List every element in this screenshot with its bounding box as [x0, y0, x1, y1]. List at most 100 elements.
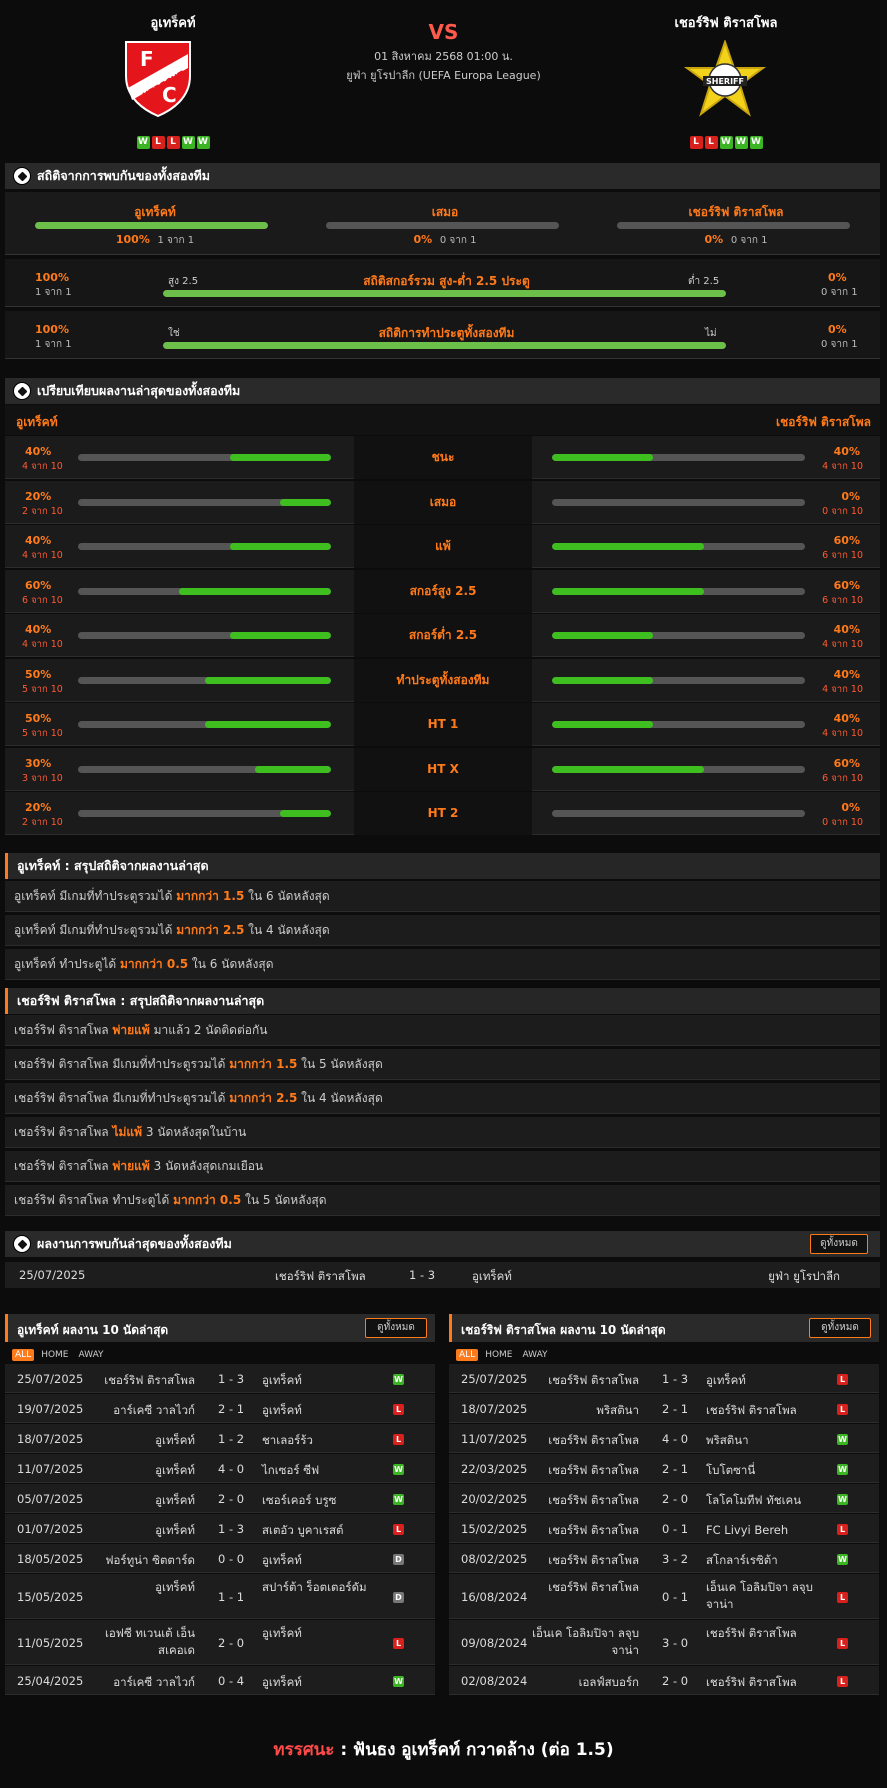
away-last-row[interactable]: 25/07/2025 เชอร์ริฟ ติราสโพล 1 - 3 อูเทร็คท…	[449, 1364, 879, 1393]
tab-away[interactable]: AWAY	[76, 1349, 107, 1361]
form-badge-w: W	[136, 136, 150, 149]
compare-away-pct: 40%	[833, 623, 860, 636]
match-home: เอลฟ์สบอร์ก	[578, 1674, 639, 1689]
summary-text: อูเทร็คท์ มีเกมที่ทำประตูรวมได้	[14, 889, 177, 903]
summary-text: อูเทร็คท์ ทำประตูได้	[14, 957, 121, 971]
football-icon	[13, 382, 31, 400]
away-last-row[interactable]: 08/02/2025 เชอร์ริฟ ติราสโพล 3 - 2 สโกลาร์เ…	[449, 1544, 879, 1573]
result-badge: L	[837, 1373, 848, 1385]
h2h-result-row[interactable]: 25/07/2025 เชอร์ริฟ ติราสโพล 1 - 3 อูเทร็คท…	[5, 1262, 880, 1288]
compare-home-name: อูเทร็คท์	[16, 415, 58, 429]
match-away: ชาเลอร์ร้ว	[262, 1432, 313, 1447]
match-date: 15/05/2025	[17, 1589, 84, 1604]
compare-home-fill	[204, 721, 331, 728]
compare-home-fill	[204, 676, 331, 684]
away-summary-row: เชอร์ริฟ ติราสโพล ทำประตูได้ มากกว่า 0.5…	[5, 1185, 880, 1216]
compare-row: 50% 5 จาก 10 HT 1 40% 4 จาก 10	[5, 703, 880, 746]
match-score: 2 - 1	[662, 1461, 689, 1476]
h2h-view-all-button[interactable]: ดูทั้งหมด	[810, 1234, 868, 1254]
away-last-row[interactable]: 15/02/2025 เชอร์ริฟ ติราสโพล 0 - 1 FC Livyi…	[449, 1514, 879, 1543]
result-badge: D	[393, 1553, 404, 1565]
match-header: อูเทร็คท์ F C UTRECHT WLLWW VS 01 สิงหาค…	[0, 0, 887, 150]
match-score: 2 - 0	[662, 1673, 689, 1688]
tab-all[interactable]: ALL	[12, 1349, 35, 1361]
compare-home-bar	[78, 498, 331, 506]
home-last-row[interactable]: 11/05/2025 เอฟซี ทเวนเต้ เอ็นสเคอเด 2 - 0 อ…	[5, 1620, 435, 1665]
match-home: เชอร์ริฟ ติราสโพล	[548, 1372, 639, 1387]
h2h-home-stat: 100% 1 จาก 1	[35, 232, 275, 248]
compare-away-pct: 40%	[833, 667, 860, 681]
summary-text: ใน 5 นัดหลังสุด	[241, 1193, 327, 1207]
h2h-home-of: 1 จาก 1	[157, 235, 195, 246]
home-last-row[interactable]: 25/04/2025 อาร์เคซี วาลไวก์ 0 - 4 อูเทร็คท์…	[5, 1666, 435, 1695]
home-last-row[interactable]: 05/07/2025 อูเทร็คท์ 2 - 0 เซอร์เคอร์ บรูซ W	[5, 1484, 435, 1513]
match-away: อูเทร็คท์	[262, 1674, 302, 1689]
match-away: อูเทร็คท์	[262, 1402, 302, 1417]
match-away: เชอร์ริฟ ติราสโพล	[706, 1674, 797, 1689]
compare-away-pct: 40%	[833, 445, 860, 458]
compare-away-bar	[552, 632, 805, 639]
verdict-separator: :	[334, 1740, 354, 1760]
summary-highlight: มากกว่า 1.5	[176, 889, 245, 903]
ou-right-of: 0 จาก 1	[821, 287, 858, 298]
compare-home-bar	[78, 721, 331, 728]
compare-away-bar	[552, 454, 805, 461]
match-home: ฟอร์ทูน่า ซิตตาร์ด	[105, 1552, 195, 1567]
away-last-row[interactable]: 20/02/2025 เชอร์ริฟ ติราสโพล 2 - 0 โลโคโมที…	[449, 1484, 879, 1513]
away-last-row[interactable]: 16/08/2024 เชอร์ริฟ ติราสโพล 0 - 1 เอ็นเค โ…	[449, 1574, 879, 1619]
compare-home-pct: 30%	[25, 756, 52, 770]
match-score: 2 - 1	[218, 1401, 245, 1416]
match-date: 18/07/2025	[461, 1401, 528, 1416]
home-last-row[interactable]: 19/07/2025 อาร์เคซี วาลไวก์ 2 - 1 อูเทร็คท์…	[5, 1394, 435, 1423]
home-last-row[interactable]: 01/07/2025 อูเทร็คท์ 1 - 3 สเตอัว บูคาเรสต์…	[5, 1514, 435, 1543]
home-last-row[interactable]: 25/07/2025 เชอร์ริฟ ติราสโพล 1 - 3 อูเทร็คท…	[5, 1364, 435, 1393]
match-date: 08/02/2025	[461, 1551, 528, 1566]
verdict-label: ทรรศนะ	[273, 1740, 335, 1760]
summary-text: ใน 5 นัดหลังสุด	[297, 1057, 383, 1071]
ou-bar	[163, 290, 726, 297]
match-away: สโกลาร์เรซิต้า	[706, 1552, 778, 1567]
compare-home-of: 6 จาก 10	[22, 594, 63, 606]
away-team-name[interactable]: เชอร์ริฟ ติราสโพล	[626, 12, 826, 33]
away-last-row[interactable]: 11/07/2025 เชอร์ริฟ ติราสโพล 4 - 0 พริสตินา…	[449, 1424, 879, 1453]
home-last10-view-all-button[interactable]: ดูทั้งหมด	[365, 1318, 427, 1338]
h2h-away-of: 0 จาก 1	[730, 235, 768, 246]
away-summary-row: เชอร์ริฟ ติราสโพล พ่ายแพ้ 3 นัดหลังสุดเก…	[5, 1151, 880, 1182]
compare-home-bar	[78, 810, 331, 817]
home-last-row[interactable]: 15/05/2025 อูเทร็คท์ 1 - 1 สปาร์ต้า ร็อตเตอ…	[5, 1574, 435, 1619]
form-badge-l: L	[166, 136, 180, 149]
compare-home-bar	[78, 454, 331, 461]
home-last-row[interactable]: 18/05/2025 ฟอร์ทูน่า ซิตตาร์ด 0 - 0 อูเทร็ค…	[5, 1544, 435, 1573]
away-last10-view-all-button[interactable]: ดูทั้งหมด	[809, 1318, 871, 1338]
summary-highlight: มากกว่า 0.5	[173, 1193, 242, 1207]
compare-away-bar	[552, 676, 805, 684]
match-score: 0 - 1	[662, 1589, 689, 1604]
away-team-logo[interactable]: SHERIFF	[683, 38, 767, 120]
tab-all[interactable]: ALL	[456, 1349, 479, 1361]
away-last-row[interactable]: 02/08/2024 เอลฟ์สบอร์ก 2 - 0 เชอร์ริฟ ติราส…	[449, 1666, 879, 1695]
tab-home[interactable]: HOME	[38, 1349, 71, 1361]
compare-row: 60% 6 จาก 10 สกอร์สูง 2.5 60% 6 จาก 10	[5, 569, 880, 613]
compare-home-of: 5 จาก 10	[22, 728, 63, 739]
away-last-row[interactable]: 18/07/2025 พริสตินา 2 - 1 เชอร์ริฟ ติราสโพล…	[449, 1394, 879, 1423]
match-home: เชอร์ริฟ ติราสโพล	[548, 1432, 639, 1447]
tab-home[interactable]: HOME	[482, 1349, 515, 1361]
compare-home-fill	[229, 543, 331, 550]
match-date: 16/08/2024	[461, 1589, 528, 1604]
match-date: 02/08/2024	[461, 1673, 528, 1688]
away-last-row[interactable]: 09/08/2024 เอ็นเค โอลิมปิจา ลจุบจาน่า 3 - …	[449, 1620, 879, 1665]
h2h-result-home: เชอร์ริฟ ติราสโพล	[275, 1269, 366, 1283]
tab-away[interactable]: AWAY	[520, 1349, 551, 1361]
ou-fill	[163, 290, 726, 297]
match-score: 3 - 2	[662, 1551, 689, 1566]
h2h-away-stat: 0% 0 จาก 1	[616, 232, 856, 248]
compare-label: แพ้	[354, 525, 532, 568]
match-away: เอ็นเค โอลิมปิจา ลจุบจาน่า	[706, 1580, 813, 1611]
summary-text: เชอร์ริฟ ติราสโพล ทำประตูได้	[14, 1193, 174, 1207]
match-home: อูเทร็คท์	[155, 1462, 195, 1477]
away-last-row[interactable]: 22/03/2025 เชอร์ริฟ ติราสโพล 2 - 1 โบโตซานี…	[449, 1454, 879, 1483]
home-last-row[interactable]: 11/07/2025 อูเทร็คท์ 4 - 0 ไกเซอร์ ซีฟ W	[5, 1454, 435, 1483]
compare-home-bar	[78, 632, 331, 639]
compare-row: 40% 4 จาก 10 แพ้ 60% 6 จาก 10	[5, 525, 880, 568]
home-last-row[interactable]: 18/07/2025 อูเทร็คท์ 1 - 2 ชาเลอร์ร้ว L	[5, 1424, 435, 1453]
